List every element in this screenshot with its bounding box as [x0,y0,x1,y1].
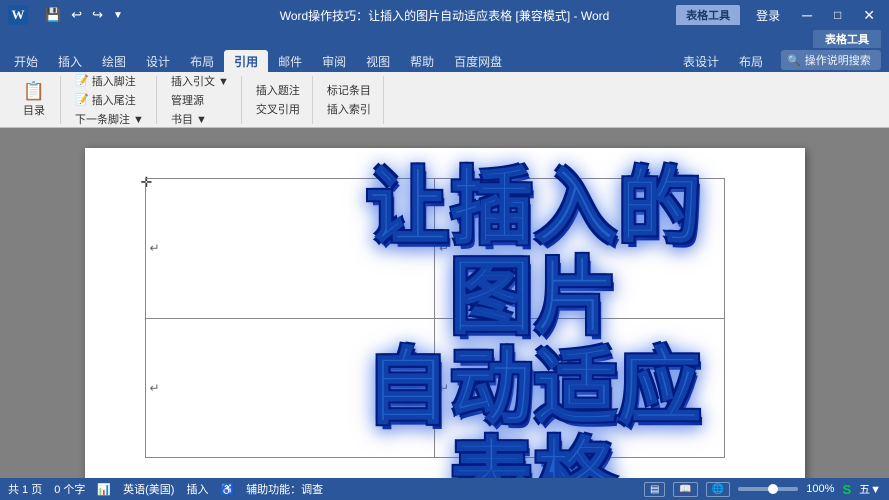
document-page: ✛ ↵ ↵ ↵ ↵ ↵ 让插入的图片自动适应表格 [85,148,805,478]
accessibility-label: 辅助功能：调查 [246,481,323,497]
language: 英语(美国) [123,481,174,497]
page-count: 共 1 页 [8,481,42,497]
ribbon-group-index: 标记条目 插入索引 [315,76,384,124]
cell-return-arrow: ↵ [146,377,435,399]
zoom-thumb[interactable] [768,484,778,494]
title-bar-left: W 💾 ↩ ↪ ▼ [8,5,126,25]
word-app-icon: W [8,5,28,25]
tab-start[interactable]: 开始 [4,50,48,72]
table-design-tabs: 表设计 布局 [673,50,773,72]
view-mode-read[interactable]: 📖 [673,482,697,497]
footnote-icon: 📝 [75,74,89,87]
window-title: Word操作技巧：让插入的图片自动适应表格 [兼容模式] - Word [280,7,610,24]
tab-mail[interactable]: 邮件 [268,50,312,72]
index-buttons: 标记条目 插入索引 [323,81,375,118]
ribbon-group-toc: 📋 目录 [8,76,61,124]
insert-index-btn[interactable]: 插入索引 [323,100,375,118]
caption-buttons: 插入题注 交叉引用 [252,81,304,118]
cell-return-arrow: ↵ [435,377,724,399]
undo-icon[interactable]: ↩ [68,5,85,25]
tab-insert[interactable]: 插入 [48,50,92,72]
customize-qa-icon[interactable]: ▼ [110,8,126,23]
word-count-icon: 📊 [97,483,111,496]
search-icon: 🔍 [787,54,801,67]
tab-baidu[interactable]: 百度网盘 [444,50,512,72]
search-label: 操作说明搜索 [805,52,871,68]
ribbon-group-citation: 插入引文 ▼ 管理源 书目 ▼ [159,76,242,124]
table-tools-section: 表格工具 [813,30,881,48]
status-bar-right: ▤ 📖 🌐 100% S 五▼ [644,481,881,497]
title-bar: W 💾 ↩ ↪ ▼ Word操作技巧：让插入的图片自动适应表格 [兼容模式] -… [0,0,889,30]
close-button[interactable]: ✕ [857,5,881,26]
mark-entry-btn[interactable]: 标记条目 [323,81,375,99]
toc-button[interactable]: 📋 目录 [16,79,52,120]
table-tools-bar: 表格工具 [0,30,889,48]
tab-help[interactable]: 帮助 [400,50,444,72]
tab-table-design[interactable]: 表设计 [673,50,729,72]
ribbon-group-caption: 插入题注 交叉引用 [244,76,313,124]
endnote-icon: 📝 [75,93,89,106]
tab-design[interactable]: 设计 [136,50,180,72]
table-cell-2-2: ↵ [435,318,725,458]
table-tools-label: 表格工具 [676,5,740,25]
cell-return-arrow: ↵ [146,237,435,259]
document-table: ↵ ↵ ↵ ↵ [145,178,725,458]
next-footnote-btn[interactable]: 下一条脚注 ▼ [71,110,148,128]
title-bar-controls: 表格工具 登录 ─ □ ✕ [676,5,881,26]
insert-citation-btn[interactable]: 插入引文 ▼ [167,72,233,90]
bibliography-btn[interactable]: 书目 ▼ [167,110,233,128]
table-cell-1-1: ↵ [145,179,435,319]
restore-button[interactable]: □ [828,6,847,24]
tab-draw[interactable]: 绘图 [92,50,136,72]
insert-endnote-btn[interactable]: 📝 插入尾注 [71,91,148,109]
cross-reference-btn[interactable]: 交叉引用 [252,100,304,118]
document-area: ✛ ↵ ↵ ↵ ↵ ↵ 让插入的图片自动适应表格 [0,128,889,478]
login-button[interactable]: 登录 [750,5,786,26]
status-bar: 共 1 页 0 个字 📊 英语(美国) 插入 ♿ 辅助功能：调查 ▤ 📖 🌐 1… [0,478,889,500]
tab-view[interactable]: 视图 [356,50,400,72]
minimize-button[interactable]: ─ [796,5,818,25]
table-cell-2-1: ↵ [145,318,435,458]
cell-return-arrow: ↵ [435,237,724,259]
app-controls-right: 五▼ [859,481,881,497]
search-box[interactable]: 🔍 操作说明搜索 [781,50,881,70]
accessibility-icon: ♿ [220,483,234,496]
table-cell-1-2: ↵ [435,179,725,319]
tab-table-layout[interactable]: 布局 [729,50,773,72]
ribbon-tabs: 开始 插入 绘图 设计 布局 引用 邮件 审阅 视图 帮助 百度网盘 表设计 布… [0,48,889,72]
brand-logo: S [842,482,851,497]
view-mode-print[interactable]: ▤ [644,482,665,497]
redo-icon[interactable]: ↪ [89,5,106,25]
save-icon[interactable]: 💾 [42,5,64,25]
toc-icon: 📋 [23,81,45,102]
table-row: ↵ ↵ [145,179,724,319]
ribbon-content: 📋 目录 📝 插入脚注 📝 插入尾注 下一条脚注 ▼ 插入引文 ▼ 管理源 [0,72,889,128]
word-count: 0 个字 [54,481,85,497]
quick-access-toolbar: 💾 ↩ ↪ ▼ [42,5,126,25]
ribbon-group-footnote: 📝 插入脚注 📝 插入尾注 下一条脚注 ▼ [63,76,157,124]
table-row: ↵ ↵ [145,318,724,458]
view-mode-web[interactable]: 🌐 [706,482,730,497]
tab-layout[interactable]: 布局 [180,50,224,72]
zoom-slider[interactable] [738,487,798,491]
tab-reference[interactable]: 引用 [224,50,268,72]
manage-sources-btn[interactable]: 管理源 [167,91,233,109]
tab-review[interactable]: 审阅 [312,50,356,72]
citation-buttons: 插入引文 ▼ 管理源 书目 ▼ [167,72,233,128]
footnote-buttons: 📝 插入脚注 📝 插入尾注 下一条脚注 ▼ [71,72,148,128]
insert-caption-btn[interactable]: 插入题注 [252,81,304,99]
zoom-percent[interactable]: 100% [806,483,834,495]
insert-mode[interactable]: 插入 [186,481,208,497]
insert-footnote-btn[interactable]: 📝 插入脚注 [71,72,148,90]
